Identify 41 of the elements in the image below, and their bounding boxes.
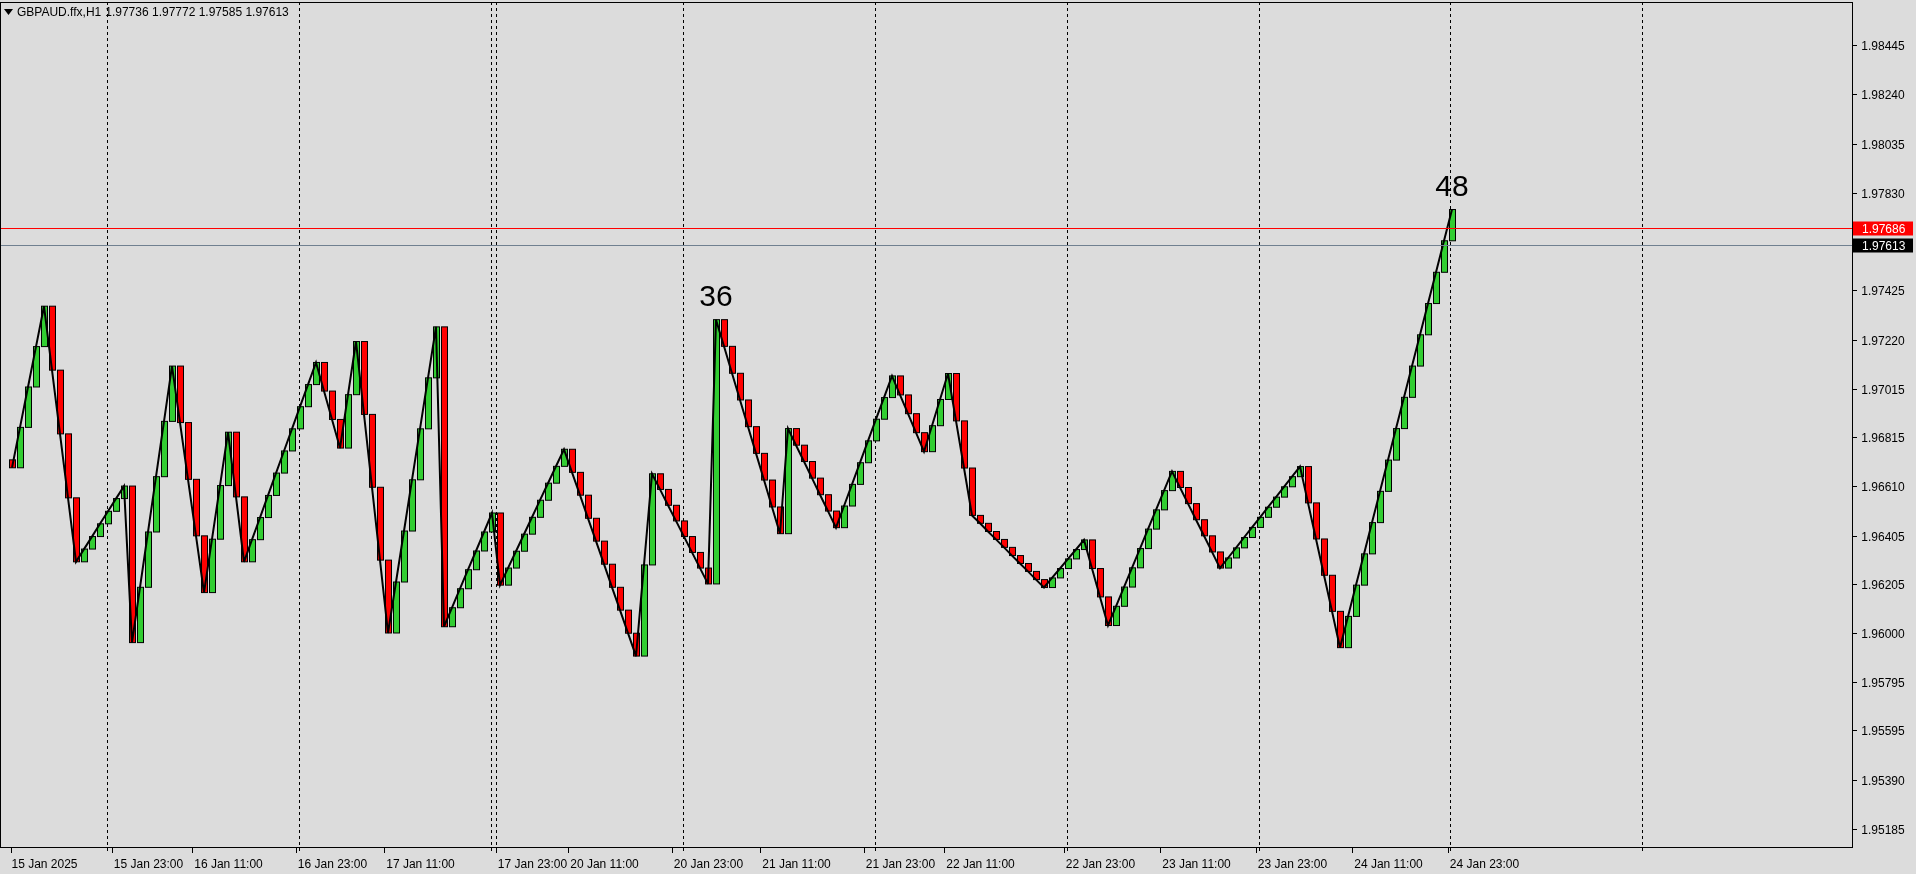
time-axis-label: 17 Jan 23:00 <box>497 857 568 871</box>
time-axis-label: 21 Jan 11:00 <box>762 857 831 871</box>
price-tag: 1.97613 <box>1853 238 1913 253</box>
time-axis-label: 20 Jan 11:00 <box>570 857 639 871</box>
price-axis-label: 1.97220 <box>1861 333 1905 348</box>
symbol-label: GBPAUD.ffx,H1 <box>17 4 102 21</box>
price-axis-label: 1.96205 <box>1861 577 1905 592</box>
time-axis-label: 23 Jan 23:00 <box>1257 857 1328 871</box>
price-axis-label: 1.95795 <box>1861 675 1905 690</box>
price-axis-label: 1.95595 <box>1861 723 1905 738</box>
ref-line-label: 1.97613 <box>1862 239 1906 253</box>
price-axis-label: 1.95185 <box>1861 822 1905 837</box>
price-axis-label: 1.98035 <box>1861 137 1905 152</box>
price-axis-label: 1.96815 <box>1861 430 1905 445</box>
time-axis-label: 16 Jan 23:00 <box>297 857 368 871</box>
price-axis-label: 1.95390 <box>1861 773 1905 788</box>
time-axis-label: 15 Jan 2025 <box>11 857 78 871</box>
dropdown-caret-icon[interactable] <box>4 9 13 15</box>
time-axis-label: 15 Jan 23:00 <box>113 857 184 871</box>
ohlc-values: 1.97736 1.97772 1.97585 1.97613 <box>105 4 289 21</box>
price-axis-label: 1.97425 <box>1861 283 1905 298</box>
price-tag: 1.97686 <box>1853 221 1913 236</box>
wave-count-label: 36 <box>699 278 733 312</box>
time-axis-label: 21 Jan 23:00 <box>865 857 936 871</box>
time-axis-label: 23 Jan 11:00 <box>1162 857 1231 871</box>
wave-count-label: 48 <box>1435 168 1469 202</box>
time-axis-label: 22 Jan 23:00 <box>1065 857 1136 871</box>
ref-line-label: 1.97686 <box>1862 222 1906 236</box>
price-axis-label: 1.97015 <box>1861 382 1905 397</box>
price-axis-label: 1.98240 <box>1861 87 1905 102</box>
time-axis-label: 20 Jan 23:00 <box>673 857 744 871</box>
price-axis-label: 1.96405 <box>1861 529 1905 544</box>
time-axis-label: 17 Jan 11:00 <box>386 857 455 871</box>
time-axis-label: 24 Jan 11:00 <box>1354 857 1423 871</box>
time-axis-label: 16 Jan 11:00 <box>194 857 263 871</box>
time-axis-label: 24 Jan 23:00 <box>1449 857 1520 871</box>
time-axis-label: 22 Jan 11:00 <box>946 857 1015 871</box>
price-axis-label: 1.96610 <box>1861 479 1905 494</box>
price-axis-label: 1.97830 <box>1861 186 1905 201</box>
price-axis-label: 1.96000 <box>1861 626 1905 641</box>
price-axis-label: 1.98445 <box>1861 38 1905 53</box>
